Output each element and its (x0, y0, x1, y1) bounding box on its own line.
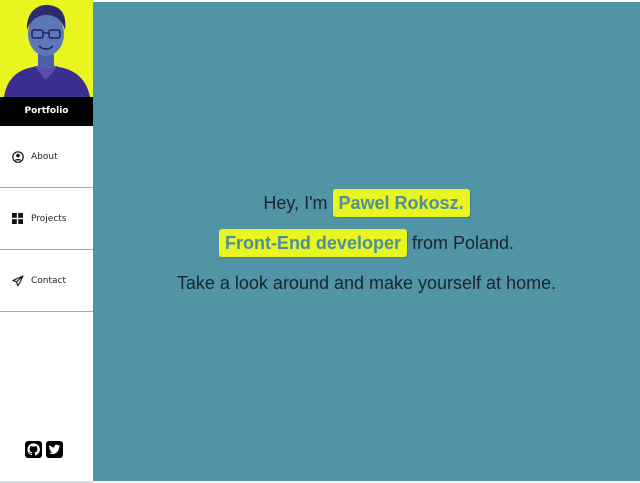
sidebar: Portfolio About Projects Contact (0, 0, 93, 483)
nav-item-label: About (31, 151, 58, 162)
app: Portfolio About Projects Contact Hey, I'… (0, 0, 640, 483)
role-highlight: Front-End developer (218, 229, 407, 257)
nav-item-label: Projects (31, 213, 67, 224)
paper-plane-icon (11, 274, 24, 287)
sidebar-nav: About Projects Contact (0, 126, 93, 312)
social-links (25, 441, 63, 458)
grid-icon (11, 212, 24, 225)
greeting-text: Hey, I'm (263, 193, 328, 213)
profile-photo (0, 0, 93, 97)
intro: Hey, I'm Pawel Rokosz. Front-End develop… (93, 188, 640, 308)
nav-item-about[interactable]: About (0, 126, 93, 188)
intro-line-tagline: Take a look around and make yourself at … (93, 268, 640, 308)
intro-line-role: Front-End developer from Poland. (93, 228, 640, 268)
name-highlight: Pawel Rokosz. (332, 189, 470, 217)
twitter-link[interactable] (46, 441, 63, 458)
user-circle-icon (11, 150, 24, 163)
nav-item-contact[interactable]: Contact (0, 250, 93, 312)
nav-item-projects[interactable]: Projects (0, 188, 93, 250)
intro-line-greeting: Hey, I'm Pawel Rokosz. (93, 188, 640, 228)
tagline-text: Take a look around and make yourself at … (176, 273, 557, 293)
github-link[interactable] (25, 441, 42, 458)
twitter-icon (48, 444, 61, 454)
nav-item-label: Contact (31, 275, 67, 286)
portfolio-brand[interactable]: Portfolio (0, 97, 93, 126)
origin-text: from Poland. (411, 233, 515, 253)
main-content: Hey, I'm Pawel Rokosz. Front-End develop… (93, 2, 640, 481)
avatar (0, 0, 93, 97)
github-icon (27, 443, 40, 456)
